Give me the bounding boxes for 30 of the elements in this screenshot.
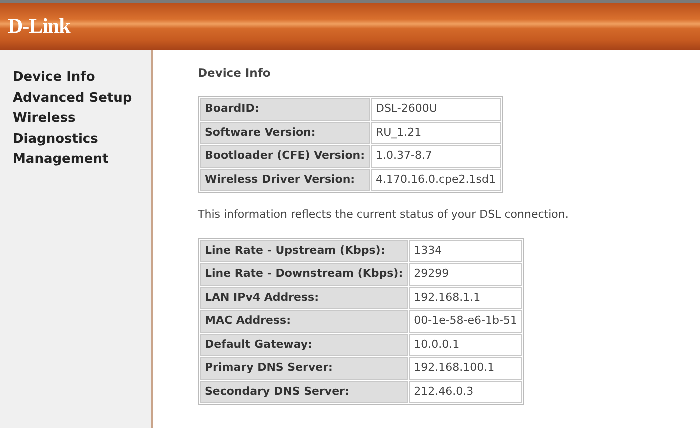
label-cell: Line Rate - Downstream (Kbps):: [200, 263, 408, 286]
value-cell: 1.0.37-8.7: [370, 145, 501, 168]
value-cell: 192.168.100.1: [409, 357, 522, 380]
value-cell: 29299: [409, 263, 522, 286]
page-title: Device Info: [198, 65, 272, 82]
value-cell: 192.168.1.1: [409, 286, 522, 310]
label-cell: Bootloader (CFE) Version:: [200, 145, 370, 168]
sidebar-item[interactable]: Wireless: [13, 109, 151, 130]
label-cell: Primary DNS Server:: [200, 357, 408, 380]
value-cell: 4.170.16.0.cpe2.1sd1: [370, 168, 501, 192]
value-cell: 212.46.0.3: [409, 380, 522, 404]
label-cell: Line Rate - Upstream (Kbps):: [200, 240, 408, 262]
label-cell: Software Version:: [200, 122, 370, 144]
label-cell: Secondary DNS Server:: [200, 380, 408, 404]
sidebar-item[interactable]: Device Info: [13, 68, 151, 88]
status-note: This information reflects the current status of your DSL connection.: [198, 207, 569, 224]
value-cell: 00-1e-58-e6-1b-51: [409, 310, 522, 333]
label-cell: BoardID:: [200, 98, 370, 121]
label-cell: LAN IPv4 Address:: [200, 286, 408, 310]
value-cell: RU_1.21: [370, 122, 501, 144]
sidebar-item[interactable]: Diagnostics: [13, 130, 151, 150]
value-cell: DSL-2600U: [370, 98, 501, 121]
label-cell: MAC Address:: [200, 310, 408, 333]
sidebar-item[interactable]: Management: [13, 150, 151, 170]
value-cell: 1334: [409, 240, 522, 262]
label-cell: Default Gateway:: [200, 334, 408, 356]
value-cell: 10.0.0.1: [409, 334, 522, 356]
logo: D-Link: [8, 12, 70, 40]
sidebar-item[interactable]: Advanced Setup: [13, 88, 151, 109]
label-cell: Wireless Driver Version:: [200, 168, 370, 192]
